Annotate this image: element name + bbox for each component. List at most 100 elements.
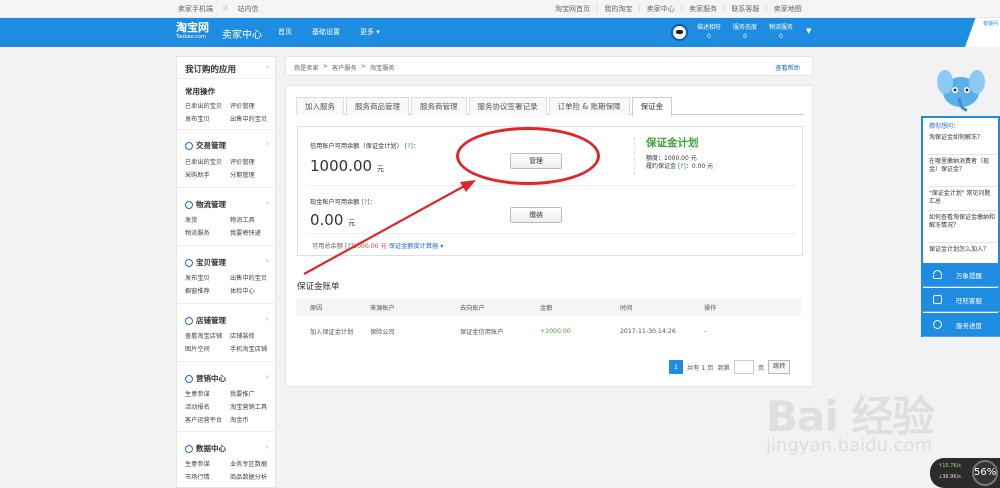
sidebar-section-marketing[interactable]: 营销中心 xyxy=(185,373,226,384)
tab-agreement[interactable]: 服务协议签署记录 xyxy=(468,97,547,115)
faq-question[interactable]: 淘保证金如何解冻？ xyxy=(929,134,995,142)
help-mark[interactable]: [?] xyxy=(405,143,413,150)
sidebar-title[interactable]: 我订购的应用 xyxy=(185,63,236,75)
faq-question[interactable]: 如何查看淘保证金缴纳和解冻情况？ xyxy=(929,214,995,230)
sidebar-link[interactable]: 淘金币 xyxy=(230,415,275,424)
nav-basic-settings[interactable]: 基础设置 xyxy=(312,27,340,37)
chevron-right-icon[interactable]: › xyxy=(266,256,269,265)
sidebar-section-shop[interactable]: 店铺管理 xyxy=(185,315,226,326)
sidebar-link[interactable]: 我要推广 xyxy=(230,389,275,398)
page-current[interactable]: 1 xyxy=(669,360,683,374)
sidebar-link[interactable]: 生意参谋 xyxy=(185,389,230,398)
sidebar-link[interactable]: 业务专区数据 xyxy=(230,459,275,468)
top-link-taobao-home[interactable]: 淘宝网首页 xyxy=(555,4,590,14)
sidebar-link[interactable]: 发布宝贝 xyxy=(185,114,230,123)
top-link-contact[interactable]: 联系客服 xyxy=(731,4,759,14)
feedback-corner[interactable]: 有疑问 xyxy=(965,18,1000,47)
logistics-icon xyxy=(185,200,193,209)
sidebar-link[interactable]: 活动报名 xyxy=(185,402,230,411)
stat-service: 服务态度 0 xyxy=(733,24,758,40)
chevron-right-icon[interactable]: › xyxy=(266,314,269,323)
ledger-title: 保证金账单 xyxy=(297,282,340,292)
pay-button[interactable]: 缴纳 xyxy=(510,207,562,223)
chevron-right-icon[interactable]: › xyxy=(266,442,269,451)
table-header: 原因 来源账户 去向账户 金额 时间 操作 xyxy=(296,298,801,316)
sidebar-link[interactable]: 已卖出的宝贝 xyxy=(185,157,230,166)
sidebar-section-goods[interactable]: 宝贝管理 xyxy=(185,257,226,268)
upload-speed: ↑15.7K/s xyxy=(938,463,961,469)
chevron-down-icon[interactable]: ▼ xyxy=(806,27,811,35)
sidebar-common-title: 常用操作 xyxy=(185,87,215,96)
breadcrumb-item[interactable]: 我是卖家 xyxy=(294,63,319,72)
sidebar-link[interactable]: 淘宝营销工具 xyxy=(230,402,275,411)
chevron-right-icon[interactable]: › xyxy=(266,139,269,148)
sidebar-link[interactable]: 发货 xyxy=(185,215,230,224)
faq-question[interactable]: 保证金计划怎么加入？ xyxy=(929,246,995,254)
sidebar-link[interactable]: 物流工具 xyxy=(230,215,275,224)
nav-more[interactable]: 更多 ▾ xyxy=(360,27,380,37)
sidebar-link[interactable]: 图片空间 xyxy=(185,344,230,353)
nav-home[interactable]: 首页 xyxy=(278,27,292,37)
sidebar-link[interactable]: 发布宝贝 xyxy=(185,273,230,282)
sidebar-common-links: 已卖出的宝贝 评价管理 发布宝贝 出售中的宝贝 xyxy=(185,101,275,123)
faq-question[interactable]: "保证金计划" 常见问题汇总 xyxy=(929,190,995,206)
sidebar-link[interactable]: 出售中的宝贝 xyxy=(230,273,275,282)
divider xyxy=(177,303,275,304)
credit-label: 信用账户可用余额（保证金计划） [?]： xyxy=(310,143,420,150)
tab-bar: 加入服务 服务商品管理 服务商管理 服务协议签署记录 订单险 & 账期保障 保证… xyxy=(296,97,804,116)
sidebar-link[interactable]: 商品数据分析 xyxy=(230,472,275,481)
jump-button[interactable]: 跳转 xyxy=(768,360,791,374)
page-input[interactable] xyxy=(733,360,754,374)
sidebar-link[interactable]: 物流服务 xyxy=(185,228,230,237)
help-link[interactable]: 查看帮助 xyxy=(775,63,800,72)
chevron-right-icon[interactable]: › xyxy=(266,198,269,207)
sidebar-section-trade[interactable]: 交易管理 xyxy=(185,140,226,151)
sidebar-link[interactable]: 橱窗推荐 xyxy=(185,286,230,295)
wangwang-service-button[interactable]: 旺旺客服 xyxy=(923,288,1000,312)
sidebar-link[interactable]: 评价管理 xyxy=(230,101,275,110)
phone-link[interactable]: 卖家手机端 xyxy=(178,4,213,14)
divider xyxy=(177,187,275,188)
top-link-my-taobao[interactable]: 我的淘宝 xyxy=(604,4,632,14)
sidebar-link[interactable]: 市场行情 xyxy=(185,472,230,481)
sidebar-link[interactable]: 我要寄快递 xyxy=(230,228,275,237)
sidebar-link[interactable]: 分期管理 xyxy=(230,170,275,179)
sidebar-section-logistics[interactable]: 物流管理 xyxy=(185,199,226,210)
sidebar-link[interactable]: 客户运营平台 xyxy=(185,415,230,424)
tab-join-service[interactable]: 加入服务 xyxy=(296,97,344,115)
sidebar-link[interactable]: 生意参谋 xyxy=(185,459,230,468)
messages-link[interactable]: 站内信 xyxy=(237,4,258,14)
speed-percent[interactable]: 56% xyxy=(972,460,998,486)
top-link-seller-map[interactable]: 卖家地图 xyxy=(774,4,802,14)
top-link-seller-center[interactable]: 卖家中心 xyxy=(647,4,675,14)
tab-order-insurance[interactable]: 订单险 & 账期保障 xyxy=(548,97,630,115)
chevron-right-icon[interactable]: › xyxy=(266,62,269,71)
taobao-logo[interactable]: 淘宝网 Taobao.com xyxy=(176,22,218,42)
avatar[interactable] xyxy=(671,24,688,41)
sidebar-link[interactable]: 已卖出的宝贝 xyxy=(185,101,230,110)
baidu-watermark: Bai 经验 jingyan.baidu.com xyxy=(766,392,934,456)
top-link-seller-service[interactable]: 卖家服务 xyxy=(689,4,717,14)
sidebar-link[interactable]: 出售中的宝贝 xyxy=(230,114,275,123)
sidebar-link[interactable]: 采购助手 xyxy=(185,170,230,179)
tab-provider[interactable]: 服务商管理 xyxy=(411,97,467,115)
breadcrumb-item[interactable]: 客户服务 xyxy=(332,63,357,72)
tab-service-goods[interactable]: 服务商品管理 xyxy=(346,97,409,115)
sidebar-section-data[interactable]: 数据中心 xyxy=(185,443,226,454)
header-title: 卖家中心 xyxy=(222,30,262,41)
reminder-button[interactable]: 万象提醒 xyxy=(923,263,1000,287)
faq-question[interactable]: 在哪里缴纳消费者（现金）保证金？ xyxy=(929,158,995,174)
sidebar-link[interactable]: 店铺装修 xyxy=(230,331,275,340)
sidebar-link[interactable]: 手机淘宝店铺 xyxy=(230,344,275,353)
service-progress-button[interactable]: 服务进度 xyxy=(923,313,1000,337)
sidebar-link[interactable]: 体检中心 xyxy=(230,286,275,295)
annotation-oval xyxy=(456,127,600,185)
chevron-right-icon[interactable]: › xyxy=(266,372,269,381)
tab-deposit[interactable]: 保证金 xyxy=(631,97,673,116)
sidebar-link[interactable]: 查看淘宝店铺 xyxy=(185,331,230,340)
faq-box: 猜你想问： 淘保证金如何解冻？ 在哪里缴纳消费者（现金）保证金？ "保证金计划"… xyxy=(921,116,1000,337)
chat-icon xyxy=(933,295,942,304)
divider xyxy=(177,431,275,432)
divider xyxy=(927,186,997,187)
sidebar-link[interactable]: 评价管理 xyxy=(230,157,275,166)
